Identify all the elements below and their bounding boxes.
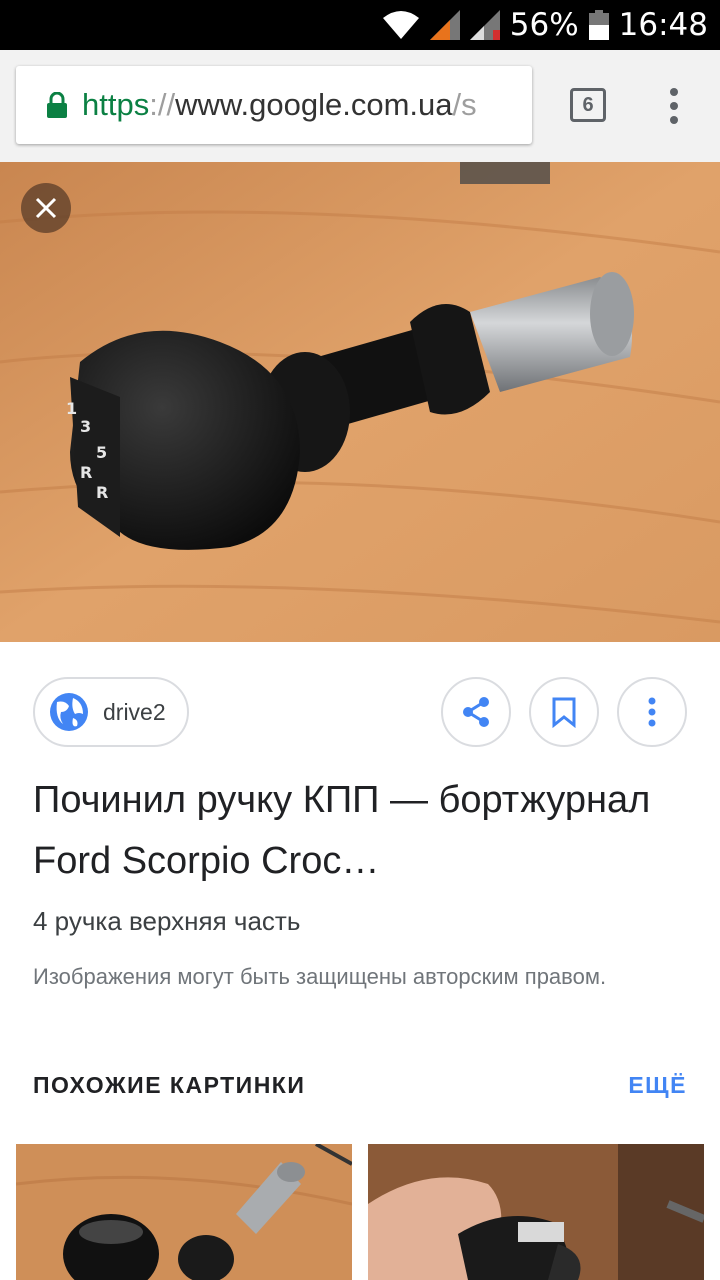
globe-icon — [50, 693, 88, 731]
bookmark-icon — [552, 697, 576, 728]
close-image-button[interactable] — [21, 183, 71, 233]
share-icon — [463, 697, 489, 727]
clock: 16:48 — [618, 7, 708, 43]
url-separator: :// — [149, 87, 176, 122]
tab-switcher-button[interactable]: 6 — [570, 88, 606, 122]
more-options-button[interactable] — [617, 677, 687, 747]
source-chip[interactable]: drive2 — [33, 677, 189, 747]
save-button[interactable] — [529, 677, 599, 747]
wifi-icon — [382, 11, 419, 39]
lock-icon — [47, 92, 67, 118]
source-name: drive2 — [103, 698, 166, 725]
browser-menu-button[interactable] — [664, 86, 684, 126]
signal-no-data-icon — [469, 10, 500, 40]
similar-image-thumbnail[interactable] — [16, 1144, 352, 1280]
battery-icon — [588, 10, 609, 40]
close-icon — [35, 197, 57, 219]
svg-text:3: 3 — [80, 417, 91, 436]
result-subtitle: 4 ручка верхняя часть — [33, 906, 301, 936]
share-button[interactable] — [441, 677, 511, 747]
svg-text:R: R — [96, 483, 108, 502]
svg-text:1: 1 — [66, 399, 77, 418]
status-bar: 56% 16:48 — [0, 0, 720, 50]
browser-toolbar: https://www.google.com.ua/s 6 — [0, 50, 720, 162]
url-text[interactable]: https://www.google.com.ua/s — [82, 87, 477, 123]
similar-images-heading: ПОХОЖИЕ КАРТИНКИ — [33, 1072, 306, 1098]
url-scheme: https — [82, 87, 150, 122]
url-host: www.google.com.ua — [175, 87, 453, 122]
signal-icon — [429, 10, 460, 40]
copyright-notice: Изображения могут быть защищены авторски… — [33, 964, 607, 989]
more-similar-link[interactable]: ЕЩЁ — [628, 1072, 687, 1099]
more-vert-icon — [648, 697, 656, 727]
similar-image-thumbnail[interactable] — [368, 1144, 704, 1280]
svg-text:R: R — [80, 463, 92, 482]
url-path: /s — [452, 87, 477, 122]
result-title[interactable]: Починил ручку КПП — бортжурнал Ford Scor… — [33, 770, 693, 892]
tab-count: 6 — [582, 93, 594, 116]
battery-percent: 56% — [509, 7, 579, 43]
result-image[interactable]: 135 RR — [0, 162, 720, 642]
url-bar[interactable]: https://www.google.com.ua/s — [16, 66, 532, 144]
svg-text:5: 5 — [96, 443, 107, 462]
